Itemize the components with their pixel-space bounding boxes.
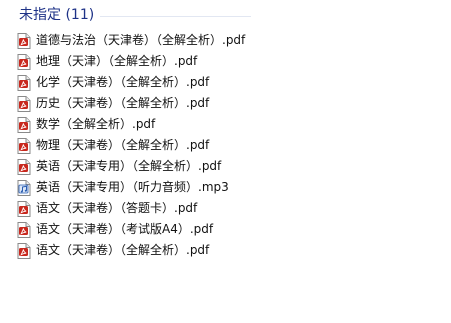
file-name: 英语（天津专用）（听力音频）.mp3 xyxy=(36,180,229,194)
file-item[interactable]: 化学（天津卷）（全解全析）.pdf xyxy=(17,72,245,93)
mp3-file-icon xyxy=(17,179,31,196)
pdf-file-icon xyxy=(17,74,31,91)
file-name: 地理（天津）（全解全析）.pdf xyxy=(36,54,198,68)
file-list: 道德与法治（天津卷）（全解全析）.pdf 地理（天津）（全解全析）.pdf 化学… xyxy=(17,30,245,261)
file-item[interactable]: 语文（天津卷）（考试版A4）.pdf xyxy=(17,219,245,240)
file-item[interactable]: 语文（天津卷）（全解全析）.pdf xyxy=(17,240,245,261)
pdf-file-icon xyxy=(17,32,31,49)
file-item[interactable]: 英语（天津专用）（听力音频）.mp3 xyxy=(17,177,245,198)
pdf-file-icon xyxy=(17,221,31,238)
file-name: 语文（天津卷）（全解全析）.pdf xyxy=(36,243,210,257)
file-item[interactable]: 数学（全解全析）.pdf xyxy=(17,114,245,135)
file-item[interactable]: 历史（天津卷）（全解全析）.pdf xyxy=(17,93,245,114)
pdf-file-icon xyxy=(17,137,31,154)
pdf-file-icon xyxy=(17,158,31,175)
file-item[interactable]: 英语（天津专用）（全解全析）.pdf xyxy=(17,156,245,177)
pdf-file-icon xyxy=(17,116,31,133)
file-name: 英语（天津专用）（全解全析）.pdf xyxy=(36,159,222,173)
group-header[interactable]: 未指定 (11) xyxy=(19,4,251,26)
file-item[interactable]: 物理（天津卷）（全解全析）.pdf xyxy=(17,135,245,156)
pdf-file-icon xyxy=(17,200,31,217)
pdf-file-icon xyxy=(17,53,31,70)
group-divider xyxy=(100,15,251,17)
file-item[interactable]: 地理（天津）（全解全析）.pdf xyxy=(17,51,245,72)
file-item[interactable]: 语文（天津卷）（答题卡）.pdf xyxy=(17,198,245,219)
pdf-file-icon xyxy=(17,242,31,259)
file-item[interactable]: 道德与法治（天津卷）（全解全析）.pdf xyxy=(17,30,245,51)
pdf-file-icon xyxy=(17,95,31,112)
file-name: 道德与法治（天津卷）（全解全析）.pdf xyxy=(36,33,246,47)
file-name: 物理（天津卷）（全解全析）.pdf xyxy=(36,138,210,152)
file-name: 数学（全解全析）.pdf xyxy=(36,117,156,131)
file-name: 语文（天津卷）（考试版A4）.pdf xyxy=(36,222,214,236)
group-title: 未指定 (11) xyxy=(19,7,95,23)
file-name: 历史（天津卷）（全解全析）.pdf xyxy=(36,96,210,110)
file-name: 化学（天津卷）（全解全析）.pdf xyxy=(36,75,210,89)
file-name: 语文（天津卷）（答题卡）.pdf xyxy=(36,201,198,215)
